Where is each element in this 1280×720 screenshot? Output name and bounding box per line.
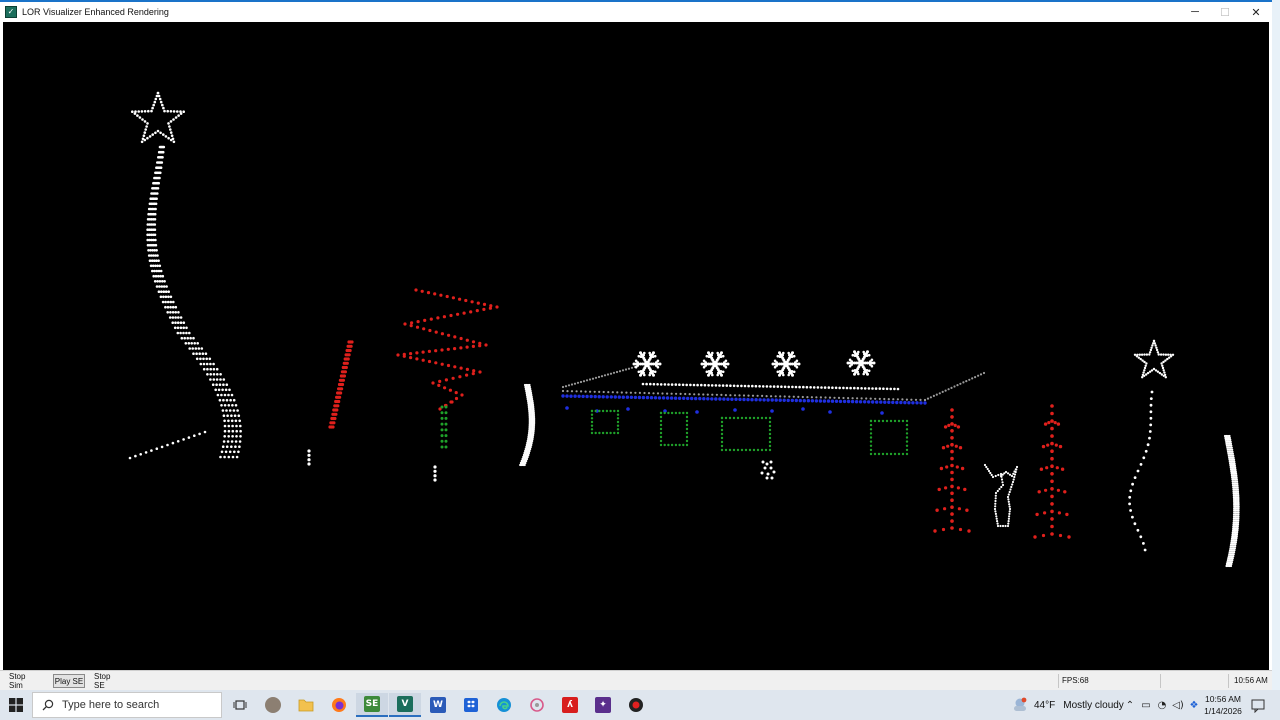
search-placeholder: Type here to search (62, 699, 160, 711)
minimize-button[interactable]: ─ (1180, 2, 1210, 22)
red-tree-right (1033, 404, 1071, 539)
snowflake (846, 350, 876, 376)
weather-widget[interactable]: 44°F Mostly cloudy (1012, 690, 1124, 720)
snowflake (700, 351, 730, 377)
candy-cane-red (328, 340, 354, 429)
ground-stake (433, 465, 437, 482)
taskbar-clock[interactable]: 10:56 AM 1/14/2026 (1200, 693, 1246, 717)
sequence-editor-icon: SE (364, 696, 380, 712)
fps-readout: FPS:68 (1062, 676, 1089, 685)
snowman-small (760, 460, 776, 480)
taskbar: Type here to search SE V W ʎ ✦ 44°F Most… (0, 690, 1280, 720)
acrobat-icon: ʎ (562, 697, 578, 713)
roofline-gray (561, 365, 986, 402)
weather-condition: Mostly cloudy (1063, 699, 1124, 711)
taskbar-acrobat[interactable]: ʎ (554, 693, 586, 717)
visualizer-app-icon: ✓ (5, 6, 17, 18)
start-button[interactable] (0, 690, 32, 720)
light-display-canvas[interactable] (3, 22, 1269, 670)
reindeer-white (983, 463, 1019, 528)
windows-icon (9, 698, 23, 712)
chevron-up-icon[interactable]: ⌃ (1122, 697, 1138, 713)
taskbar-file-explorer[interactable] (290, 693, 322, 717)
window-title: LOR Visualizer Enhanced Rendering (22, 7, 169, 17)
taskbar-lor-visualizer[interactable]: V (389, 693, 421, 717)
lor-icon: ✦ (595, 697, 611, 713)
status-divider (1160, 674, 1161, 688)
weather-temp: 44°F (1034, 699, 1056, 711)
stop-sim-button[interactable]: Stop Sim (8, 672, 42, 690)
arch-right (1223, 434, 1240, 568)
taskbar-app-gray[interactable] (257, 693, 289, 717)
ground-stake (307, 449, 311, 466)
status-divider (1228, 674, 1229, 688)
window-outline (590, 409, 620, 435)
tool-icon (530, 698, 544, 712)
zigzag-tree-red (396, 288, 499, 411)
status-divider (1058, 674, 1059, 688)
roofline-white (641, 382, 900, 391)
app-icon (265, 697, 281, 713)
star-tree-right (1128, 339, 1175, 552)
taskbar-dropbox[interactable] (455, 693, 487, 717)
folder-icon (298, 699, 314, 712)
spiral-tree-with-star (128, 91, 242, 460)
taskbar-edge[interactable] (488, 693, 520, 717)
status-bar: Stop Sim Play SE Stop SE FPS:68 10:56 AM (0, 670, 1272, 690)
title-bar[interactable]: ✓ LOR Visualizer Enhanced Rendering ─ ☐ … (0, 2, 1272, 22)
clock-date: 1/14/2026 (1204, 706, 1242, 716)
volume-icon[interactable]: ◁) (1170, 697, 1186, 713)
taskbar-firefox[interactable] (323, 693, 355, 717)
taskbar-tool[interactable] (521, 693, 553, 717)
taskbar-sequence-editor[interactable]: SE (356, 693, 388, 717)
task-view-button[interactable] (224, 693, 256, 717)
window-outline (869, 419, 909, 456)
stop-se-button[interactable]: Stop SE (93, 672, 123, 690)
window-outline (659, 411, 689, 447)
task-view-icon (233, 700, 247, 710)
red-tree-left (933, 408, 971, 533)
visualizer-icon: V (397, 696, 413, 712)
taskbar-search-box[interactable]: Type here to search (32, 692, 222, 718)
cloud-icon (1012, 697, 1028, 713)
eave-blue (561, 394, 927, 415)
play-se-button[interactable]: Play SE (53, 674, 85, 688)
clock-time: 10:56 AM (1205, 694, 1241, 704)
window-outline (720, 416, 772, 452)
dropbox-icon (464, 698, 478, 712)
hub-icon (629, 698, 643, 712)
edge-icon (497, 698, 511, 712)
taskbar-word[interactable]: W (422, 693, 454, 717)
status-time: 10:56 AM (1234, 676, 1268, 685)
close-button[interactable]: ✕ (1241, 2, 1271, 22)
snowflake (632, 351, 662, 377)
firefox-icon (332, 698, 346, 712)
taskbar-lor-app[interactable]: ✦ (587, 693, 619, 717)
light-scene (128, 91, 1240, 568)
visualizer-window: ✓ LOR Visualizer Enhanced Rendering ─ ☐ … (0, 0, 1272, 690)
maximize-button[interactable]: ☐ (1210, 2, 1240, 22)
search-icon (42, 699, 54, 711)
wifi-icon[interactable]: ◔ (1154, 697, 1170, 713)
network-icon[interactable]: ▭ (1138, 697, 1154, 713)
snowflake (771, 351, 801, 377)
tree-trunk-green (440, 405, 448, 449)
arch-left (519, 383, 536, 467)
system-tray: ⌃ ▭ ◔ ◁) ❖ (1122, 690, 1202, 720)
notification-icon[interactable] (1250, 697, 1266, 713)
word-icon: W (430, 697, 446, 713)
taskbar-hub[interactable] (620, 693, 652, 717)
desktop-edge (1272, 0, 1280, 690)
